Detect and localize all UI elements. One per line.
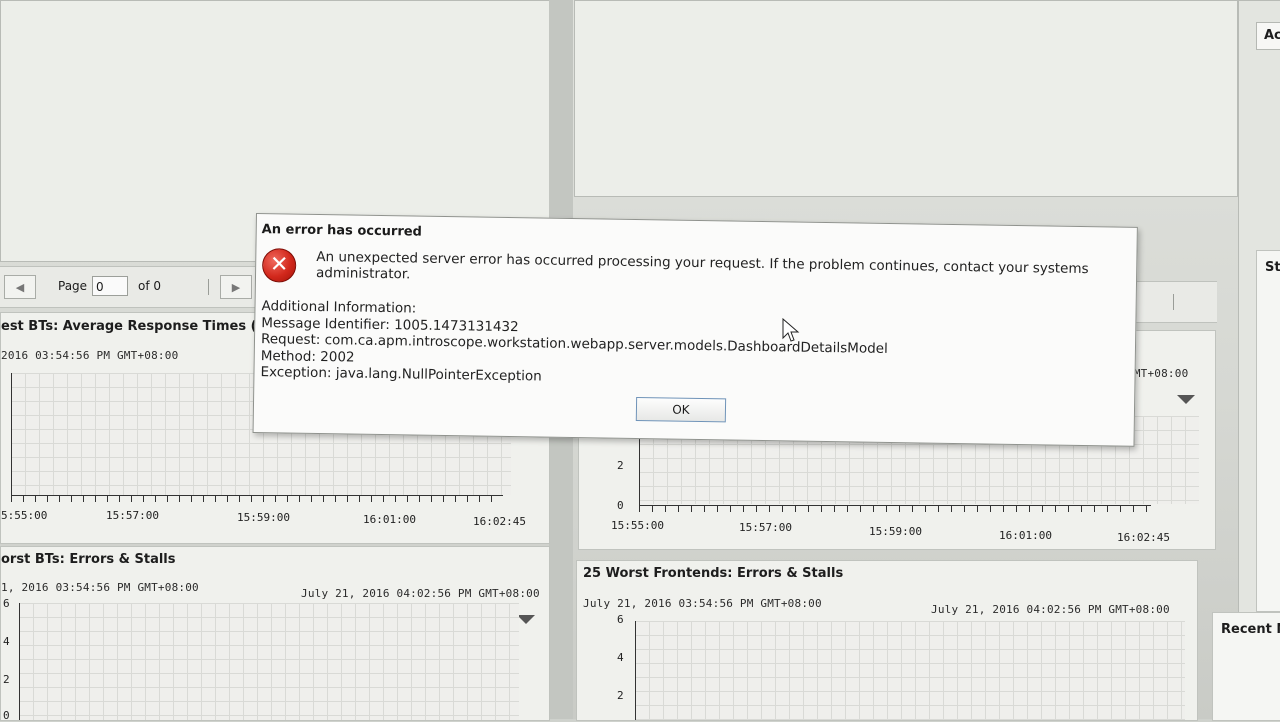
- dialog-title: An error has occurred: [261, 222, 423, 240]
- page-count-label: of 0: [138, 279, 162, 293]
- x-tick: 15:57:00: [106, 509, 159, 522]
- x-tick: 16:01:00: [363, 513, 416, 526]
- toolbar-divider-right: [1173, 294, 1174, 310]
- y-axis: [11, 373, 12, 497]
- chart-title-frontend-errors-stalls: 25 Worst Frontends: Errors & Stalls: [583, 566, 844, 581]
- prev-page-button[interactable]: ◀: [4, 275, 36, 299]
- y-tick: 0: [617, 499, 624, 512]
- right-column-top-tab[interactable]: Ac: [1256, 22, 1280, 50]
- toolbar-divider: [208, 279, 209, 295]
- error-x-icon: ✕: [261, 248, 297, 283]
- y-axis: [19, 603, 20, 720]
- recent-panel-label: Recent N: [1221, 622, 1280, 637]
- right-column-mid-label: St: [1265, 260, 1280, 275]
- y-tick: 6: [617, 613, 624, 626]
- x-tick: 15:59:00: [869, 525, 922, 538]
- right-column-mid-panel: St: [1256, 250, 1280, 612]
- chart-options-dropdown-icon[interactable]: [517, 615, 535, 624]
- chevron-right-icon: ▶: [231, 280, 241, 294]
- chart-plot-bt-errors-stalls: [19, 603, 519, 720]
- y-axis: [635, 621, 636, 720]
- chart-range-start: 2016 03:54:56 PM GMT+08:00: [1, 349, 179, 362]
- x-tick: 16:02:45: [1117, 531, 1170, 544]
- right-upper-pane: [574, 0, 1238, 197]
- x-tick: 16:01:00: [999, 529, 1052, 542]
- mouse-cursor-icon: [782, 318, 800, 342]
- x-axis-ticks: [639, 505, 1151, 512]
- next-page-button[interactable]: ▶: [220, 275, 252, 299]
- recent-panel: Recent N: [1212, 612, 1280, 721]
- y-tick: 4: [3, 635, 10, 648]
- y-tick: 2: [617, 689, 624, 702]
- chart-panel-frontend-errors-stalls: 25 Worst Frontends: Errors & Stalls July…: [576, 560, 1198, 721]
- chart-options-dropdown-icon[interactable]: [1177, 395, 1195, 404]
- chart-title-bt-errors-stalls: orst BTs: Errors & Stalls: [1, 552, 176, 567]
- x-axis-ticks: [11, 495, 503, 502]
- chart-range-end: July 21, 2016 04:02:56 PM GMT+08:00: [931, 603, 1170, 616]
- page-label: Page: [58, 279, 88, 293]
- error-dialog: An error has occurred ✕ An unexpected se…: [252, 213, 1138, 447]
- chart-plot-frontend-errors-stalls: [635, 621, 1185, 720]
- page-number-input[interactable]: 0: [92, 276, 128, 296]
- chart-range-end-fragment: GMT+08:00: [1127, 367, 1189, 380]
- dialog-message: An unexpected server error has occurred …: [315, 248, 1089, 283]
- chart-panel-bt-errors-stalls: orst BTs: Errors & Stalls 1, 2016 03:54:…: [0, 546, 550, 722]
- chart-range-start: 1, 2016 03:54:56 PM GMT+08:00: [1, 581, 199, 594]
- x-tick: 15:57:00: [739, 521, 792, 534]
- y-tick: 2: [617, 459, 624, 472]
- chevron-left-icon: ◀: [15, 280, 25, 294]
- y-tick: 6: [3, 597, 10, 610]
- x-tick: 15:59:00: [237, 511, 290, 524]
- dialog-additional-info: Additional Information: Message Identifi…: [260, 298, 888, 390]
- right-column-top-label: Ac: [1264, 28, 1280, 43]
- x-tick: 15:55:00: [611, 519, 664, 532]
- y-tick: 2: [3, 673, 10, 686]
- chart-range-end: July 21, 2016 04:02:56 PM GMT+08:00: [301, 587, 540, 600]
- chart-range-start: July 21, 2016 03:54:56 PM GMT+08:00: [583, 597, 822, 610]
- y-tick: 4: [617, 651, 624, 664]
- ok-button[interactable]: OK: [635, 396, 727, 423]
- x-tick: 5:55:00: [1, 509, 48, 522]
- chart-title-average-response: est BTs: Average Response Times (ms): [1, 319, 284, 334]
- x-tick: 16:02:45: [473, 515, 526, 528]
- y-tick: 0: [3, 709, 10, 722]
